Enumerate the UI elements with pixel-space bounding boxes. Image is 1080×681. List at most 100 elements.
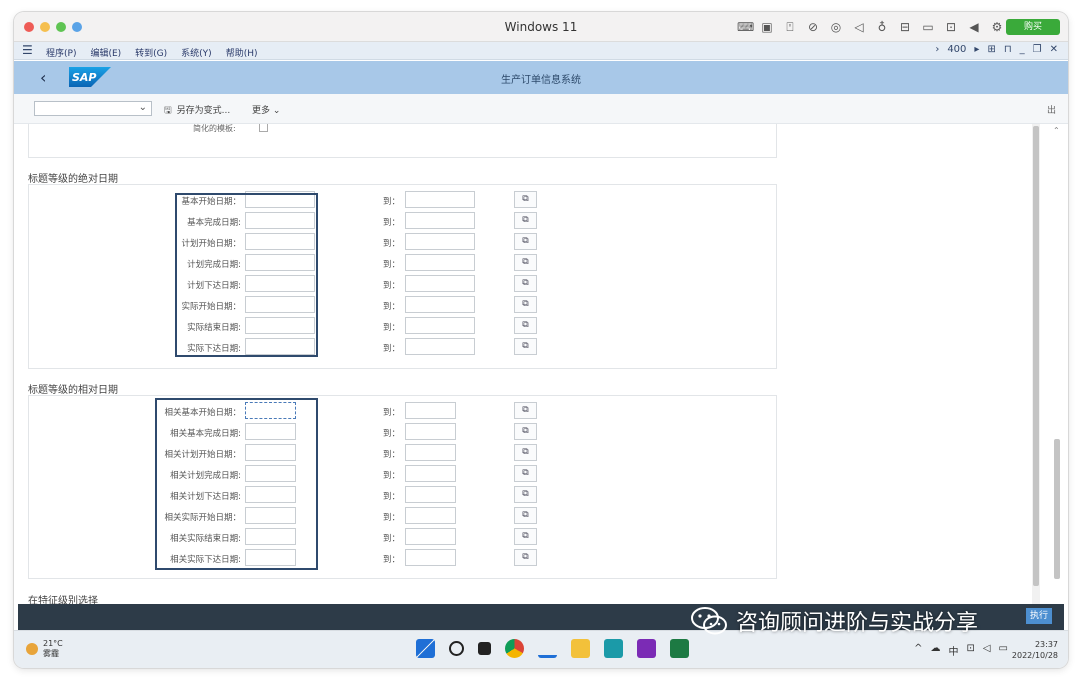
rel-to-input[interactable] (405, 423, 456, 440)
weather-widget[interactable]: 21°C 雾霾 (26, 639, 63, 659)
video-icon[interactable]: ▭ (921, 19, 935, 35)
menu-goto[interactable]: 转到(G) (135, 46, 167, 59)
menu-help[interactable]: 帮助(H) (226, 46, 258, 59)
multiple-selection-button[interactable]: ⧉ (514, 549, 537, 566)
to-label: 到： (383, 450, 401, 460)
watermark-text: 咨询顾问进阶与实战分享 (736, 611, 979, 636)
multiple-selection-button[interactable]: ⧉ (514, 212, 537, 229)
multiple-selection-icon: ⧉ (522, 468, 529, 478)
multiple-selection-button[interactable]: ⧉ (514, 423, 537, 440)
chrome-icon[interactable] (505, 639, 524, 658)
rel-to-input[interactable] (405, 507, 456, 524)
usb-icon[interactable]: ⍞ (783, 19, 797, 35)
multiple-selection-button[interactable]: ⧉ (514, 507, 537, 524)
menu-program[interactable]: 程序(P) (46, 46, 76, 59)
rel-to-input[interactable] (405, 486, 456, 503)
menu-system[interactable]: 系统(Y) (181, 46, 212, 59)
screenshot-icon[interactable]: ⊡ (944, 19, 958, 35)
outer-scrollbar[interactable]: ⌃ (1052, 124, 1062, 604)
multiple-selection-button[interactable]: ⧉ (514, 338, 537, 355)
multiple-selection-button[interactable]: ⧉ (514, 486, 537, 503)
buy-button[interactable]: 购买 (1006, 19, 1060, 35)
more-label: 更多 (252, 106, 271, 116)
network-icon[interactable]: ◎ (829, 19, 843, 35)
speaker-icon[interactable]: ◁ (852, 19, 866, 35)
settings-gear-icon[interactable]: ⚙ (990, 19, 1004, 35)
abs-row: 基本开始日期： 到： ⧉ (14, 191, 774, 209)
abs-row: 实际下达日期: 到： ⧉ (14, 338, 774, 356)
multiple-selection-button[interactable]: ⧉ (514, 191, 537, 208)
sap-gui-icon[interactable] (538, 639, 557, 658)
exit-button[interactable]: 出 (1047, 103, 1056, 116)
rel-to-input[interactable] (405, 528, 456, 545)
partial-checkbox[interactable] (259, 124, 268, 132)
multiple-selection-button[interactable]: ⧉ (514, 254, 537, 271)
to-label: 到： (383, 302, 401, 312)
search-icon[interactable] (449, 641, 464, 656)
keyboard-icon[interactable]: ⌨ (737, 19, 754, 35)
printer-icon[interactable]: ⊟ (898, 19, 912, 35)
abs-to-input[interactable] (405, 317, 475, 334)
tray-chevron-icon[interactable]: ^ (914, 643, 922, 658)
rel-to-input[interactable] (405, 549, 456, 566)
cpu-icon[interactable]: ▣ (760, 19, 774, 35)
rel-to-input[interactable] (405, 465, 456, 482)
sap-header: ‹ SAP 生产订单信息系统 (14, 61, 1068, 94)
highlight-box-absolute (175, 193, 318, 357)
file-explorer-icon[interactable] (571, 639, 590, 658)
battery-icon[interactable]: ▭ (999, 643, 1008, 658)
play-icon[interactable]: ▸ (974, 44, 979, 55)
abs-to-input[interactable] (405, 338, 475, 355)
multiple-selection-button[interactable]: ⧉ (514, 402, 537, 419)
abs-to-input[interactable] (405, 191, 475, 208)
network-monitor-icon[interactable]: ⊡ (966, 643, 974, 658)
multiple-selection-icon: ⧉ (522, 299, 529, 309)
restore-window-icon[interactable]: ❐ (1033, 44, 1042, 55)
minimize-window-icon[interactable]: _ (1020, 44, 1025, 55)
scroll-arrows-icon[interactable]: ⌃ (1053, 126, 1060, 135)
outer-scroll-thumb[interactable] (1054, 439, 1060, 579)
multiple-selection-button[interactable]: ⧉ (514, 528, 537, 545)
clock[interactable]: 23:37 2022/10/28 (1012, 639, 1058, 661)
hamburger-menu-icon[interactable]: ☰ (22, 44, 33, 56)
menu-edit[interactable]: 编辑(E) (90, 46, 121, 59)
excel-icon[interactable] (670, 639, 689, 658)
multiple-selection-button[interactable]: ⧉ (514, 275, 537, 292)
multiple-selection-icon: ⧉ (522, 489, 529, 499)
abs-to-input[interactable] (405, 254, 475, 271)
ime-indicator[interactable]: 中 (948, 643, 958, 658)
microphone-icon[interactable]: ♁ (875, 19, 889, 35)
more-button[interactable]: 更多 ⌄ (252, 103, 280, 116)
content-scrollbar[interactable] (1032, 124, 1040, 604)
teams-search-icon[interactable] (604, 639, 623, 658)
multiple-selection-button[interactable]: ⧉ (514, 444, 537, 461)
rel-to-input[interactable] (405, 444, 456, 461)
back-triangle-icon[interactable]: ◀ (967, 19, 981, 35)
multiple-selection-button[interactable]: ⧉ (514, 317, 537, 334)
abs-to-input[interactable] (405, 233, 475, 250)
multiple-selection-button[interactable]: ⧉ (514, 296, 537, 313)
execute-button[interactable]: 执行 (1025, 608, 1052, 624)
onenote-icon[interactable] (637, 639, 656, 658)
save-as-variant-button[interactable]: 🖫 另存为变式... (164, 103, 230, 119)
abs-to-input[interactable] (405, 212, 475, 229)
multiple-selection-button[interactable]: ⧉ (514, 465, 537, 482)
rel-section-title: 标题等级的相对日期 (28, 385, 118, 396)
weather-desc: 雾霾 (43, 649, 59, 658)
volume-icon[interactable]: ◁ (983, 643, 991, 658)
camera-off-icon[interactable]: ⊘ (806, 19, 820, 35)
menubar-right-controls: › 400 ▸ ⊞ ⊓ _ ❐ ✕ (935, 44, 1058, 55)
cloud-icon[interactable]: ☁ (930, 643, 940, 658)
windows-start-icon[interactable] (416, 639, 435, 658)
lock-icon[interactable]: ⊓ (1004, 44, 1012, 55)
abs-to-input[interactable] (405, 296, 475, 313)
task-view-icon[interactable] (478, 642, 491, 655)
chevron-right-icon[interactable]: › (935, 44, 939, 55)
rel-to-input[interactable] (405, 402, 456, 419)
multiple-selection-button[interactable]: ⧉ (514, 233, 537, 250)
content-scroll-thumb[interactable] (1033, 126, 1039, 586)
close-window-icon[interactable]: ✕ (1050, 44, 1058, 55)
layout-icon[interactable]: ⊞ (987, 44, 995, 55)
abs-to-input[interactable] (405, 275, 475, 292)
variant-dropdown[interactable]: ⌄ (34, 101, 152, 116)
